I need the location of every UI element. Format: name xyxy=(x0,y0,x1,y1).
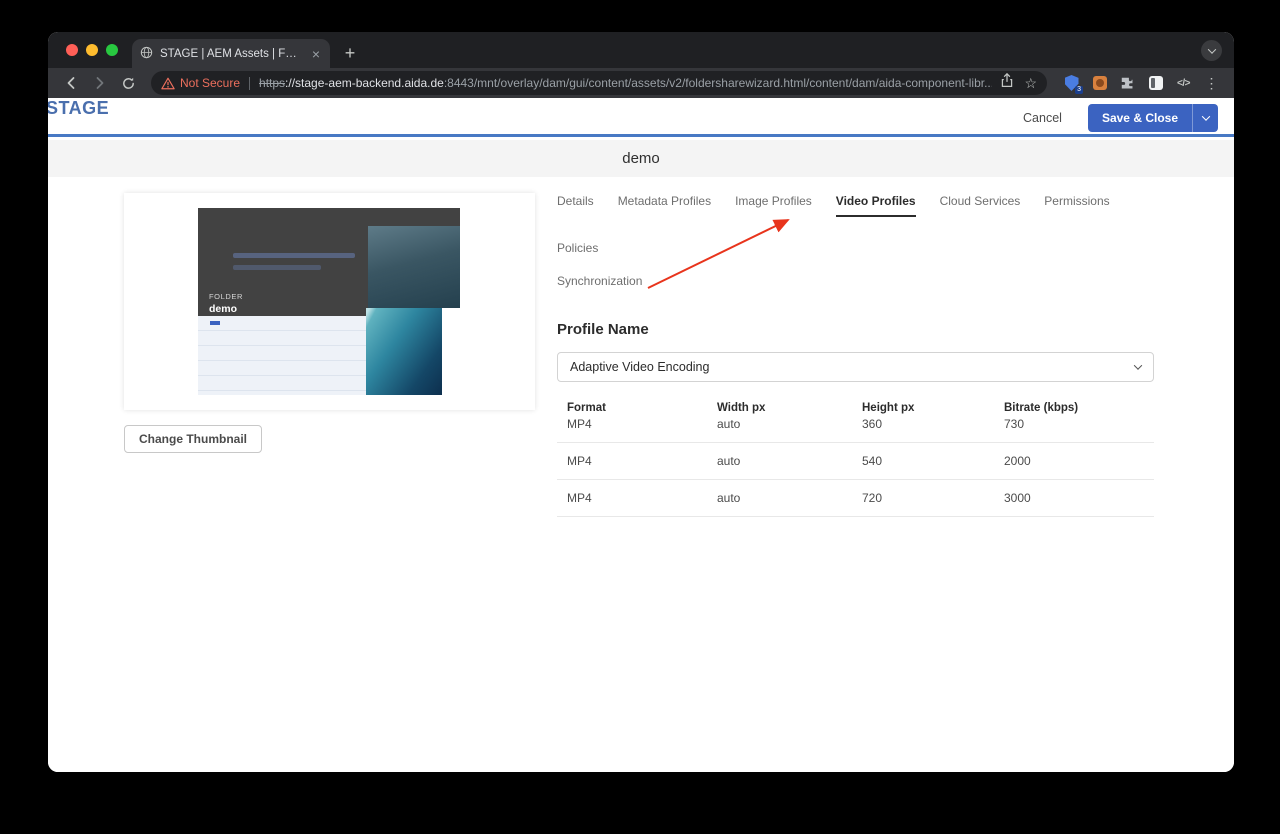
cell-format: MP4 xyxy=(567,491,592,505)
thumbnail-white-corner xyxy=(442,308,460,395)
devtools-code-icon[interactable]: </> xyxy=(1175,75,1192,92)
cell-height: 720 xyxy=(862,491,883,505)
thumbnail-faint-text-line xyxy=(233,253,355,258)
browser-window: STAGE | AEM Assets | Folder P × + Not Se… xyxy=(48,32,1234,772)
profile-select[interactable]: Adaptive Video Encoding xyxy=(557,352,1154,382)
sidebar-extension-icon[interactable] xyxy=(1147,75,1164,92)
tab-cloud-services[interactable]: Cloud Services xyxy=(940,194,1021,217)
tab-policies[interactable]: Policies xyxy=(557,241,598,262)
address-bar[interactable]: Not Secure https://stage-aem-backend.aid… xyxy=(151,71,1047,95)
window-close-button[interactable] xyxy=(66,44,78,56)
table-row: MP4 auto 720 3000 xyxy=(557,480,1154,517)
refresh-button[interactable] xyxy=(116,71,141,95)
window-zoom-button[interactable] xyxy=(106,44,118,56)
browser-tab-active[interactable]: STAGE | AEM Assets | Folder P × xyxy=(132,39,330,68)
table-header-row: Format Width px Height px Bitrate (kbps) xyxy=(557,394,1154,415)
tab-title: STAGE | AEM Assets | Folder P xyxy=(160,47,303,60)
address-bar-row: Not Secure https://stage-aem-backend.aid… xyxy=(48,68,1234,98)
brand-logo: STAGE xyxy=(48,98,110,118)
not-secure-label: Not Secure xyxy=(180,76,241,90)
cell-bitrate: 730 xyxy=(1004,417,1025,431)
shield-badge: 3 xyxy=(1075,85,1083,94)
tab-list-chevron-button[interactable] xyxy=(1201,40,1222,61)
profile-select-value: Adaptive Video Encoding xyxy=(570,360,710,374)
cell-format: MP4 xyxy=(567,417,592,431)
cell-width: auto xyxy=(717,417,741,431)
col-format: Format xyxy=(567,402,606,414)
puzzle-extensions-icon[interactable] xyxy=(1119,75,1136,92)
new-tab-button[interactable]: + xyxy=(336,39,364,67)
thumbnail-folder-kind-label: FOLDER xyxy=(209,292,244,301)
save-close-button[interactable]: Save & Close xyxy=(1087,103,1192,132)
save-close-dropdown-button[interactable] xyxy=(1192,103,1218,132)
url-path: :8443/mnt/overlay/dam/gui/content/assets… xyxy=(443,76,993,90)
properties-tabs-row1: Details Metadata Profiles Image Profiles… xyxy=(557,194,1154,262)
browser-menu-kebab-icon[interactable]: ⋮ xyxy=(1203,75,1220,92)
url-host: ://stage-aem-backend.aida.de xyxy=(285,76,444,90)
url-scheme: https xyxy=(259,76,286,90)
tab-details[interactable]: Details xyxy=(557,194,594,217)
cell-height: 360 xyxy=(862,417,883,431)
forward-button[interactable] xyxy=(87,71,112,95)
warning-triangle-icon xyxy=(161,77,175,89)
folder-thumbnail-image[interactable]: FOLDER demo xyxy=(198,208,460,395)
profile-name-heading: Profile Name xyxy=(557,321,649,338)
properties-tabs-row2: Synchronization xyxy=(557,274,1154,295)
omnibox-divider xyxy=(249,76,251,90)
change-thumbnail-button[interactable]: Change Thumbnail xyxy=(124,425,262,453)
folder-title: demo xyxy=(622,150,660,167)
bookmark-star-icon[interactable]: ☆ xyxy=(1024,75,1037,92)
cell-width: auto xyxy=(717,491,741,505)
globe-icon xyxy=(140,46,153,62)
save-close-split-button: Save & Close xyxy=(1087,103,1218,132)
tab-permissions[interactable]: Permissions xyxy=(1044,194,1109,217)
cell-height: 540 xyxy=(862,454,883,468)
tab-metadata-profiles[interactable]: Metadata Profiles xyxy=(618,194,711,217)
thumbnail-faint-text-line xyxy=(233,265,321,270)
thumbnail-blue-dash xyxy=(210,321,220,325)
chevron-down-icon xyxy=(1207,44,1216,54)
shield-extension-icon[interactable]: 3 xyxy=(1063,75,1083,94)
tab-video-profiles[interactable]: Video Profiles xyxy=(835,194,916,217)
cell-width: auto xyxy=(717,454,741,468)
col-height: Height px xyxy=(862,402,915,414)
tab-bar: STAGE | AEM Assets | Folder P × + xyxy=(48,32,1234,68)
thumbnail-folder-name: demo xyxy=(209,303,238,315)
col-bitrate: Bitrate (kbps) xyxy=(1004,402,1079,414)
chevron-down-icon xyxy=(1201,111,1210,121)
tab-close-icon[interactable]: × xyxy=(310,47,322,61)
thumbnail-ocean-top xyxy=(368,226,460,308)
thumbnail-list-panel xyxy=(198,316,366,395)
traffic-lights xyxy=(48,32,132,68)
thumbnail-ocean-bottom xyxy=(366,308,442,395)
chevron-down-icon xyxy=(1133,361,1143,370)
page: STAGE Cancel Save & Close demo FOLDER de… xyxy=(48,98,1234,772)
not-secure-warning[interactable]: Not Secure xyxy=(161,76,240,90)
cell-format: MP4 xyxy=(567,454,592,468)
col-width: Width px xyxy=(717,402,766,414)
tab-synchronization[interactable]: Synchronization xyxy=(557,274,642,295)
extensions-row: 3 </> ⋮ xyxy=(1057,75,1224,94)
tab-image-profiles[interactable]: Image Profiles xyxy=(735,194,812,217)
properties-panel: Details Metadata Profiles Image Profiles… xyxy=(557,194,1154,517)
folder-titlebar: demo xyxy=(48,140,1234,177)
cell-bitrate: 3000 xyxy=(1004,491,1031,505)
screen: STAGE | AEM Assets | Folder P × + Not Se… xyxy=(0,0,1280,834)
thumbnail-card: FOLDER demo xyxy=(124,193,535,410)
back-button[interactable] xyxy=(58,71,83,95)
window-minimize-button[interactable] xyxy=(86,44,98,56)
table-row: MP4 auto 360 730 xyxy=(557,415,1154,443)
table-row: MP4 auto 540 2000 xyxy=(557,443,1154,480)
url-text: https://stage-aem-backend.aida.de:8443/m… xyxy=(259,76,992,90)
page-header: STAGE Cancel Save & Close xyxy=(48,98,1234,137)
share-icon[interactable] xyxy=(1000,73,1014,93)
cancel-button[interactable]: Cancel xyxy=(1023,111,1062,125)
cell-bitrate: 2000 xyxy=(1004,454,1031,468)
orange-extension-icon[interactable] xyxy=(1091,75,1108,92)
video-profiles-table: Format Width px Height px Bitrate (kbps)… xyxy=(557,394,1154,517)
